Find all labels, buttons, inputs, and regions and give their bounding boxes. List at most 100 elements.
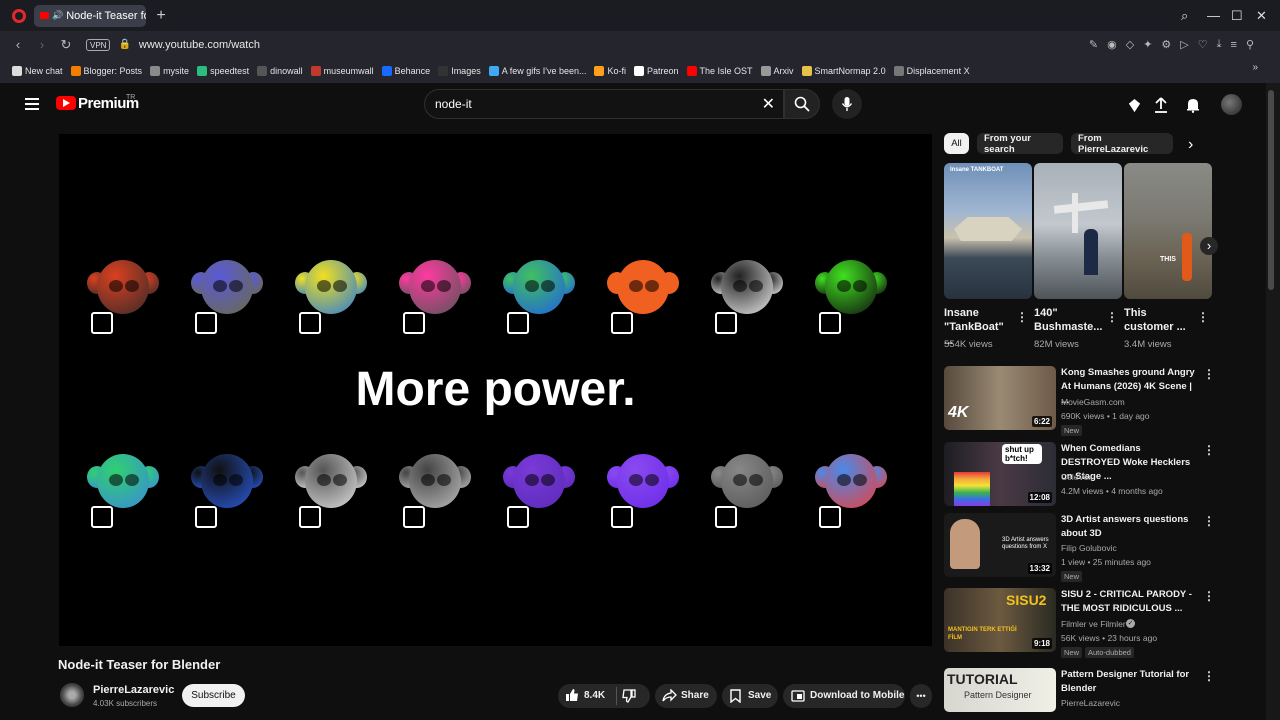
short-thumbnail[interactable]: THIS [1124, 163, 1212, 299]
create-button[interactable] [1124, 93, 1144, 117]
heart-icon[interactable]: ♡ [1198, 38, 1208, 51]
auto-dubbed-badge: Auto-dubbed [1085, 647, 1134, 658]
download-icon[interactable]: ⤓ [1217, 38, 1222, 51]
like-count[interactable]: 8.4K [584, 690, 605, 701]
kebab-menu-icon[interactable]: ⋮ [1016, 310, 1028, 324]
scrollbar-thumb[interactable] [1268, 90, 1274, 290]
reload-icon[interactable]: ↻ [60, 37, 72, 53]
save-button[interactable]: Save [722, 684, 778, 708]
bookmark-item[interactable]: Displacement X [893, 65, 970, 76]
channel-name[interactable]: Filip Golubovic [1061, 543, 1117, 553]
forward-icon[interactable]: › [36, 37, 48, 52]
kebab-menu-icon[interactable]: ⋮ [1203, 589, 1215, 603]
search-button[interactable] [784, 89, 820, 119]
bookmark-item[interactable]: museumwall [310, 65, 374, 76]
play-icon[interactable]: ▷ [1180, 38, 1188, 51]
minimize-icon[interactable]: — [1207, 0, 1220, 31]
channel-name[interactable]: PierreLazarevic [1061, 698, 1120, 708]
shield-icon[interactable]: ◇ [1126, 38, 1134, 51]
kebab-menu-icon[interactable]: ⋮ [1106, 310, 1118, 324]
chip-from-your-search[interactable]: From your search [977, 133, 1063, 155]
settings-icon[interactable]: ⚙ [1161, 38, 1171, 51]
video-thumbnail[interactable]: 4K 6:22 [944, 366, 1056, 430]
subscribe-button[interactable]: Subscribe [182, 684, 245, 707]
channel-name[interactable]: Filmler ve Filmler [1061, 619, 1126, 629]
bookmark-item[interactable]: New chat [12, 65, 63, 76]
share-button[interactable]: Share [655, 684, 717, 708]
video-meta: 4.2M views • 4 months ago [1061, 486, 1163, 496]
video-thumbnail[interactable]: 3D Artist answers questions from X 13:32 [944, 513, 1056, 577]
chip-from-channel[interactable]: From PierreLazarevic [1071, 133, 1173, 155]
like-button[interactable] [565, 688, 579, 705]
bookmark-item[interactable]: Images [438, 65, 481, 76]
download-to-mobile-button[interactable]: Download to Mobile [783, 684, 905, 708]
kebab-menu-icon[interactable]: ⋮ [1203, 443, 1215, 457]
search-tabs-icon[interactable]: ⌕ [1181, 0, 1188, 31]
node-type-icon [819, 506, 841, 528]
channel-name[interactable]: CeleVox [1061, 472, 1093, 482]
bookmark-favicon-icon [12, 65, 22, 76]
profile-icon[interactable]: ⚲ [1246, 38, 1254, 51]
kebab-menu-icon[interactable]: ⋮ [1203, 514, 1215, 528]
channel-name[interactable]: PierreLazarevic [93, 684, 174, 696]
more-actions-button[interactable]: ••• [910, 684, 932, 708]
bookmark-label: speedtest [210, 65, 250, 76]
bookmark-item[interactable]: Patreon [634, 65, 679, 76]
bookmark-item[interactable]: Arxiv [760, 65, 794, 76]
short-title[interactable]: This customer ... [1124, 306, 1194, 334]
video-title[interactable]: Pattern Designer Tutorial for Blender [1061, 668, 1201, 696]
dislike-button[interactable] [622, 689, 636, 706]
bookmark-item[interactable]: Blogger: Posts [70, 65, 142, 76]
maximize-icon[interactable]: ☐ [1231, 0, 1243, 31]
notifications-button[interactable] [1183, 93, 1203, 117]
bookmark-item[interactable]: speedtest [197, 65, 250, 76]
short-title[interactable]: 140" Bushmaste... [1034, 306, 1104, 334]
camera-icon[interactable]: ◉ [1107, 38, 1117, 51]
vpn-badge[interactable]: VPN [86, 38, 111, 51]
video-thumbnail[interactable]: TUTORIAL Pattern Designer [944, 668, 1056, 712]
video-thumbnail[interactable]: SISU2 MANTIGIN TERK ETTIĞİ FİLM 9:18 [944, 588, 1056, 652]
edit-icon[interactable]: ✎ [1089, 38, 1098, 51]
back-icon[interactable]: ‹ [12, 37, 24, 52]
video-title[interactable]: 3D Artist answers questions about 3D [1061, 513, 1201, 541]
menu-icon[interactable]: ≡ [1231, 39, 1237, 51]
search-input[interactable]: node-it ✕ [424, 89, 784, 119]
bookmark-item[interactable]: A few gifs I've been... [488, 65, 586, 76]
kebab-menu-icon[interactable]: ⋮ [1203, 669, 1215, 683]
upload-button[interactable] [1151, 93, 1171, 117]
bookmark-item[interactable]: dinowall [257, 65, 303, 76]
bookmark-item[interactable]: Behance [381, 65, 430, 76]
video-title[interactable]: SISU 2 - CRITICAL PARODY - THE MOST RIDI… [1061, 588, 1201, 616]
browser-tab[interactable]: 🔊 Node-it Teaser for Ble [34, 4, 146, 27]
hamburger-menu-icon[interactable] [25, 98, 39, 110]
bookmarks-more-icon[interactable]: » [1252, 62, 1258, 73]
bookmark-item[interactable]: The Isle OST [686, 65, 753, 76]
extension-icon[interactable]: ✦ [1143, 38, 1152, 51]
bookmark-item[interactable]: SmartNormap 2.0 [801, 65, 886, 76]
short-thumbnail[interactable] [1034, 163, 1122, 299]
channel-name[interactable]: MovieGasm.com [1061, 397, 1125, 407]
new-tab-button[interactable]: + [154, 7, 168, 23]
subscriber-count: 4.03K subscribers [93, 699, 158, 708]
opera-logo-icon[interactable] [12, 8, 26, 23]
bookmark-item[interactable]: mysite [150, 65, 189, 76]
account-avatar[interactable] [1221, 94, 1242, 115]
channel-avatar[interactable] [60, 683, 84, 707]
video-player[interactable]: More power. [59, 134, 932, 646]
kebab-menu-icon[interactable]: ⋮ [1197, 310, 1209, 324]
bookmark-item[interactable]: Ko-fi [594, 65, 626, 76]
video-thumbnail[interactable]: shut up b*tch! 12:08 [944, 442, 1056, 506]
clear-search-icon[interactable]: ✕ [762, 94, 775, 114]
kebab-menu-icon[interactable]: ⋮ [1203, 367, 1215, 381]
search-query[interactable]: node-it [435, 97, 472, 111]
shorts-next-icon[interactable]: › [1200, 237, 1218, 255]
lock-icon[interactable]: 🔒 [118, 39, 130, 50]
youtube-logo-icon[interactable] [56, 96, 76, 110]
voice-search-button[interactable] [832, 89, 862, 119]
chips-next-icon[interactable]: › [1188, 136, 1193, 154]
close-icon[interactable]: ✕ [1256, 0, 1267, 31]
short-thumbnail[interactable]: Insane TANKBOAT [944, 163, 1032, 299]
speaker-icon[interactable]: 🔊 [52, 10, 63, 21]
chip-all[interactable]: All [944, 133, 969, 154]
url-field[interactable]: www.youtube.com/watch [139, 39, 260, 51]
